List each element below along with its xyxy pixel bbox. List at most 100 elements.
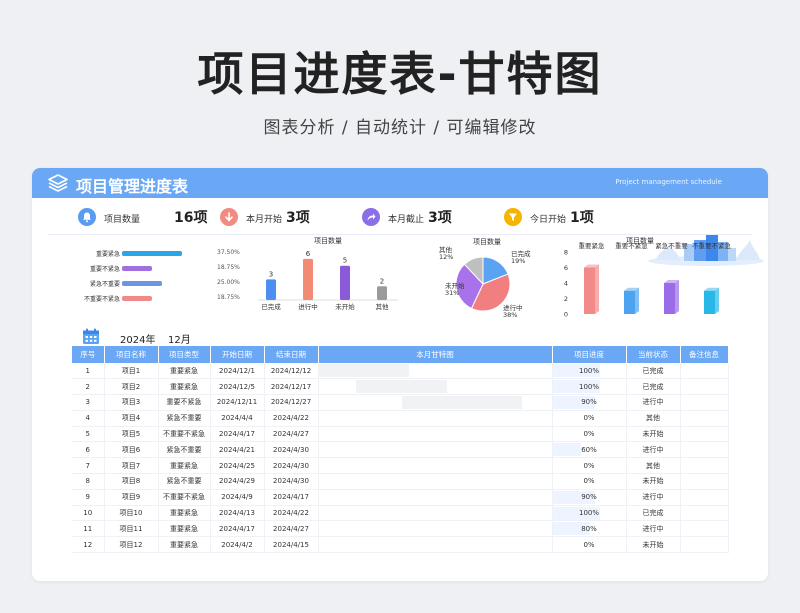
y-tick-label: 8: [564, 249, 568, 257]
category-label: 重要紧急: [95, 251, 120, 258]
category-label: 重要不紧急: [89, 266, 120, 273]
status-cell: 已完成: [626, 378, 681, 396]
table-row[interactable]: 7 项目7 重要紧急 2024/4/25 2024/4/30 0% 其他: [72, 457, 729, 475]
start-date: 2024/4/4: [210, 410, 265, 427]
end-date: 2024/4/22: [264, 505, 319, 522]
note-cell[interactable]: [680, 536, 729, 554]
gantt-bar: [401, 396, 523, 410]
note-cell[interactable]: [680, 520, 729, 538]
bar-track: [122, 296, 202, 301]
percent-label: 18.75%: [217, 264, 240, 271]
table-row[interactable]: 5 项目5 不重要不紧急 2024/4/17 2024/4/27 0% 未开始: [72, 426, 729, 443]
table-row[interactable]: 8 项目8 紧急不重要 2024/4/29 2024/4/30 0% 未开始: [72, 473, 729, 490]
bar: [340, 265, 350, 300]
row-number: 11: [72, 520, 105, 538]
note-cell[interactable]: [680, 378, 729, 396]
end-date: 2024/12/12: [264, 363, 319, 380]
end-date: 2024/4/27: [264, 520, 319, 538]
category-label: 已完成: [261, 302, 281, 311]
column-header: 项目进度: [552, 346, 627, 363]
gantt-cell: [318, 489, 553, 506]
project-type: 紧急不重要: [158, 473, 211, 490]
project-type: 重要紧急: [158, 520, 211, 538]
chart-title: 项目数量: [626, 237, 654, 245]
column-header: 本月甘特图: [318, 346, 553, 363]
gantt-cell: [318, 394, 553, 411]
note-cell[interactable]: [680, 457, 729, 475]
bar: [122, 296, 152, 301]
table-row[interactable]: 12 项目12 重要紧急 2024/4/2 2024/4/15 0% 未开始: [72, 536, 729, 554]
table-row[interactable]: 4 项目4 紧急不重要 2024/4/4 2024/4/22 0% 其他: [72, 410, 729, 427]
status-pie-chart: 项目数量 已完成 19% 进行中 38% 未开始 31% 其他 12%: [428, 236, 538, 322]
start-date: 2024/4/13: [210, 505, 265, 522]
note-cell[interactable]: [680, 489, 729, 506]
gantt-cell: [318, 520, 553, 538]
end-date: 2024/12/27: [264, 394, 319, 411]
end-date: 2024/4/27: [264, 426, 319, 443]
start-date: 2024/4/29: [210, 473, 265, 490]
status-cell: 其他: [626, 410, 681, 427]
status-cell: 已完成: [626, 505, 681, 522]
category-label: 未开始: [335, 302, 355, 311]
note-cell[interactable]: [680, 394, 729, 411]
start-date: 2024/4/2: [210, 536, 265, 554]
category-label: 不重要不紧急: [83, 296, 120, 303]
y-tick-label: 4: [564, 280, 568, 288]
status-cell: 未开始: [626, 536, 681, 554]
status-cell: 未开始: [626, 426, 681, 443]
category-label: 重要紧急: [579, 241, 606, 250]
end-date: 2024/4/17: [264, 489, 319, 506]
slice-percent: 31%: [445, 289, 459, 297]
stat-label: 今日开始: [530, 215, 567, 225]
end-date: 2024/4/30: [264, 457, 319, 475]
column-header: 项目名称: [104, 346, 159, 363]
bar-front: [704, 290, 715, 314]
filter-icon: [504, 208, 522, 226]
month-label: 12月: [168, 335, 191, 346]
bar-track: [122, 251, 202, 256]
table-row[interactable]: 1 项目1 重要紧急 2024/12/1 2024/12/12 100% 已完成: [72, 363, 729, 380]
table-row[interactable]: 9 项目9 不重要不紧急 2024/4/9 2024/4/17 90% 进行中: [72, 489, 729, 506]
project-type: 重要紧急: [158, 457, 211, 475]
project-name: 项目4: [104, 410, 159, 427]
bell-icon: [78, 208, 96, 226]
project-type: 紧急不重要: [158, 410, 211, 427]
type-3d-bar-svg: 02468重要紧急 重要不紧急 紧急不重要 不重要不紧急: [564, 241, 732, 319]
progress-text: 0%: [583, 461, 595, 470]
percent-label: 37.50%: [217, 249, 240, 256]
table-row[interactable]: 6 项目6 紧急不重要 2024/4/21 2024/4/30 60% 进行中: [72, 441, 729, 459]
table-row[interactable]: 11 项目11 重要紧急 2024/4/17 2024/4/27 80% 进行中: [72, 520, 729, 538]
chart-row: 紧急不重要 25.00%: [72, 278, 242, 290]
progress-text: 90%: [581, 398, 597, 407]
start-date: 2024/4/17: [210, 426, 265, 443]
y-tick-label: 0: [564, 311, 568, 319]
project-type: 重要紧急: [158, 378, 211, 396]
column-header: 结束日期: [264, 346, 319, 363]
status-cell: 进行中: [626, 394, 681, 411]
chart-row: 重要紧急 37.50%: [72, 248, 242, 260]
note-cell[interactable]: [680, 505, 729, 522]
chart-title: 项目数量: [473, 237, 501, 246]
category-label: 紧急不重要: [655, 241, 688, 250]
progress-text: 100%: [578, 382, 599, 391]
project-type: 不重要不紧急: [158, 426, 211, 443]
note-cell[interactable]: [680, 426, 729, 443]
note-cell[interactable]: [680, 363, 729, 380]
note-cell[interactable]: [680, 441, 729, 459]
table-row[interactable]: 3 项目3 重要不紧急 2024/12/11 2024/12/27 90% 进行中: [72, 394, 729, 411]
start-date: 2024/12/11: [210, 394, 265, 411]
table-row[interactable]: 2 项目2 重要紧急 2024/12/5 2024/12/17 100% 已完成: [72, 378, 729, 396]
column-header: 序号: [72, 346, 105, 363]
arrow-down-icon: [220, 208, 238, 226]
status-cell: 其他: [626, 457, 681, 475]
table-row[interactable]: 10 项目10 重要紧急 2024/4/13 2024/4/22 100% 已完成: [72, 505, 729, 522]
bar-side: [675, 280, 679, 314]
year-label: 2024年: [120, 335, 156, 346]
stat-label: 本月开始: [246, 215, 283, 225]
note-cell[interactable]: [680, 473, 729, 490]
row-number: 4: [72, 410, 105, 427]
data-label: 5: [343, 257, 347, 265]
note-cell[interactable]: [680, 410, 729, 427]
project-name: 项目6: [104, 441, 159, 459]
gantt-cell: [318, 536, 553, 554]
